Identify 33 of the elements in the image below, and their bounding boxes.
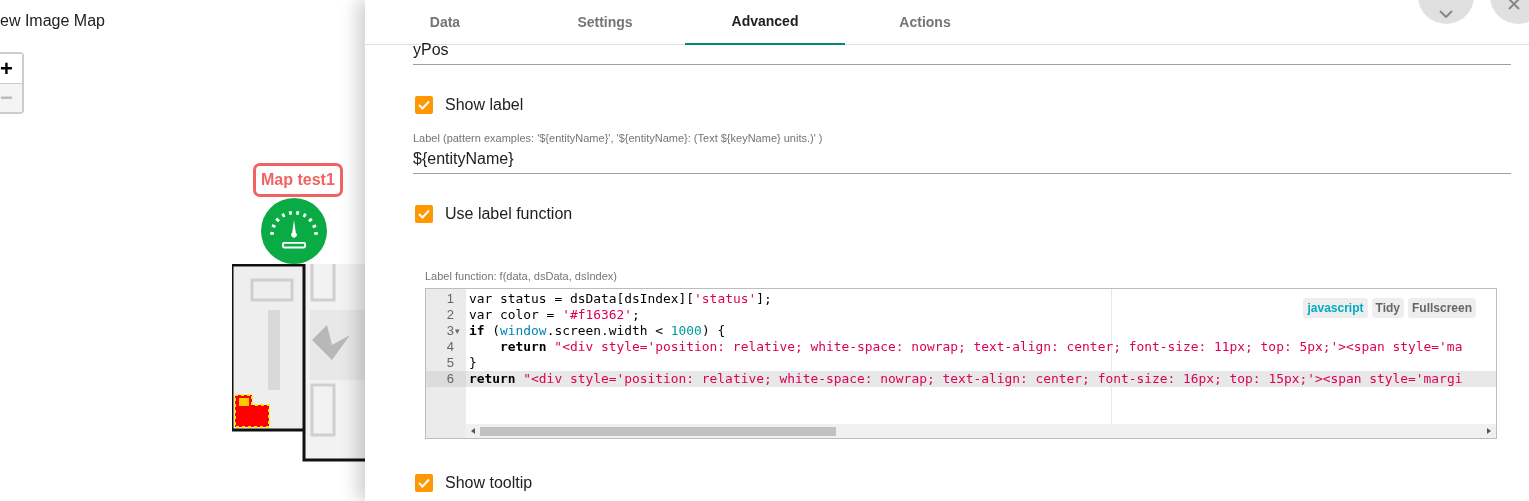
field-label: Label (pattern examples: '${entityName}', '${entityName}: (Text ${keyName} units.)' ) [413,131,824,145]
code-line: var status = dsData[dsIndex]['status']; [468,291,772,307]
input-field[interactable]: ${entityName} [413,145,1511,174]
checkbox-label: Use label function [445,204,573,224]
page-title: ew Image Map [0,11,105,31]
line-number: 6 [446,371,454,387]
editor-button[interactable]: Fullscreen [1407,298,1476,318]
fold-toggle[interactable]: ▾ [455,323,462,339]
code-line: if (window.screen.width < 1000) { [468,323,726,339]
checkbox[interactable] [415,96,433,114]
input-field[interactable]: yPos [413,36,1511,65]
code-editor[interactable] [425,288,1497,439]
checkbox[interactable] [415,205,433,223]
code-line: return "<div style='position: relative; white-space: nowrap; text-align: center; font-size: 11px; top: 5px;'><span style='ma [499,339,1463,355]
gauge-marker-icon[interactable] [261,198,327,264]
tab[interactable]: Advanced [685,0,845,45]
checkbox-label: Show label [445,95,524,115]
horizontal-scrollbar[interactable] [466,424,1496,438]
code-line: } [468,355,477,371]
line-number: 1 [446,291,454,307]
editor-button[interactable]: Tidy [1371,298,1404,318]
close-icon [1508,0,1520,10]
chevron-down-icon [1439,10,1453,18]
checkbox-label: Show tooltip [445,473,533,493]
line-number: 4 [446,339,454,355]
line-number: 2 [446,307,454,323]
checkbox[interactable] [415,474,433,492]
marker-label: Map test1 [253,163,343,197]
code-line: var color = '#f16362'; [468,307,640,323]
line-number: 5 [446,355,454,371]
code-line: return "<div style='position: relative; white-space: nowrap; text-align: center; font-size: 16px; top: 15px;'><span style='margi [468,371,1463,387]
line-number: 3 [446,323,454,339]
field-label: Label function: f(data, dsData, dsIndex) [425,269,618,283]
